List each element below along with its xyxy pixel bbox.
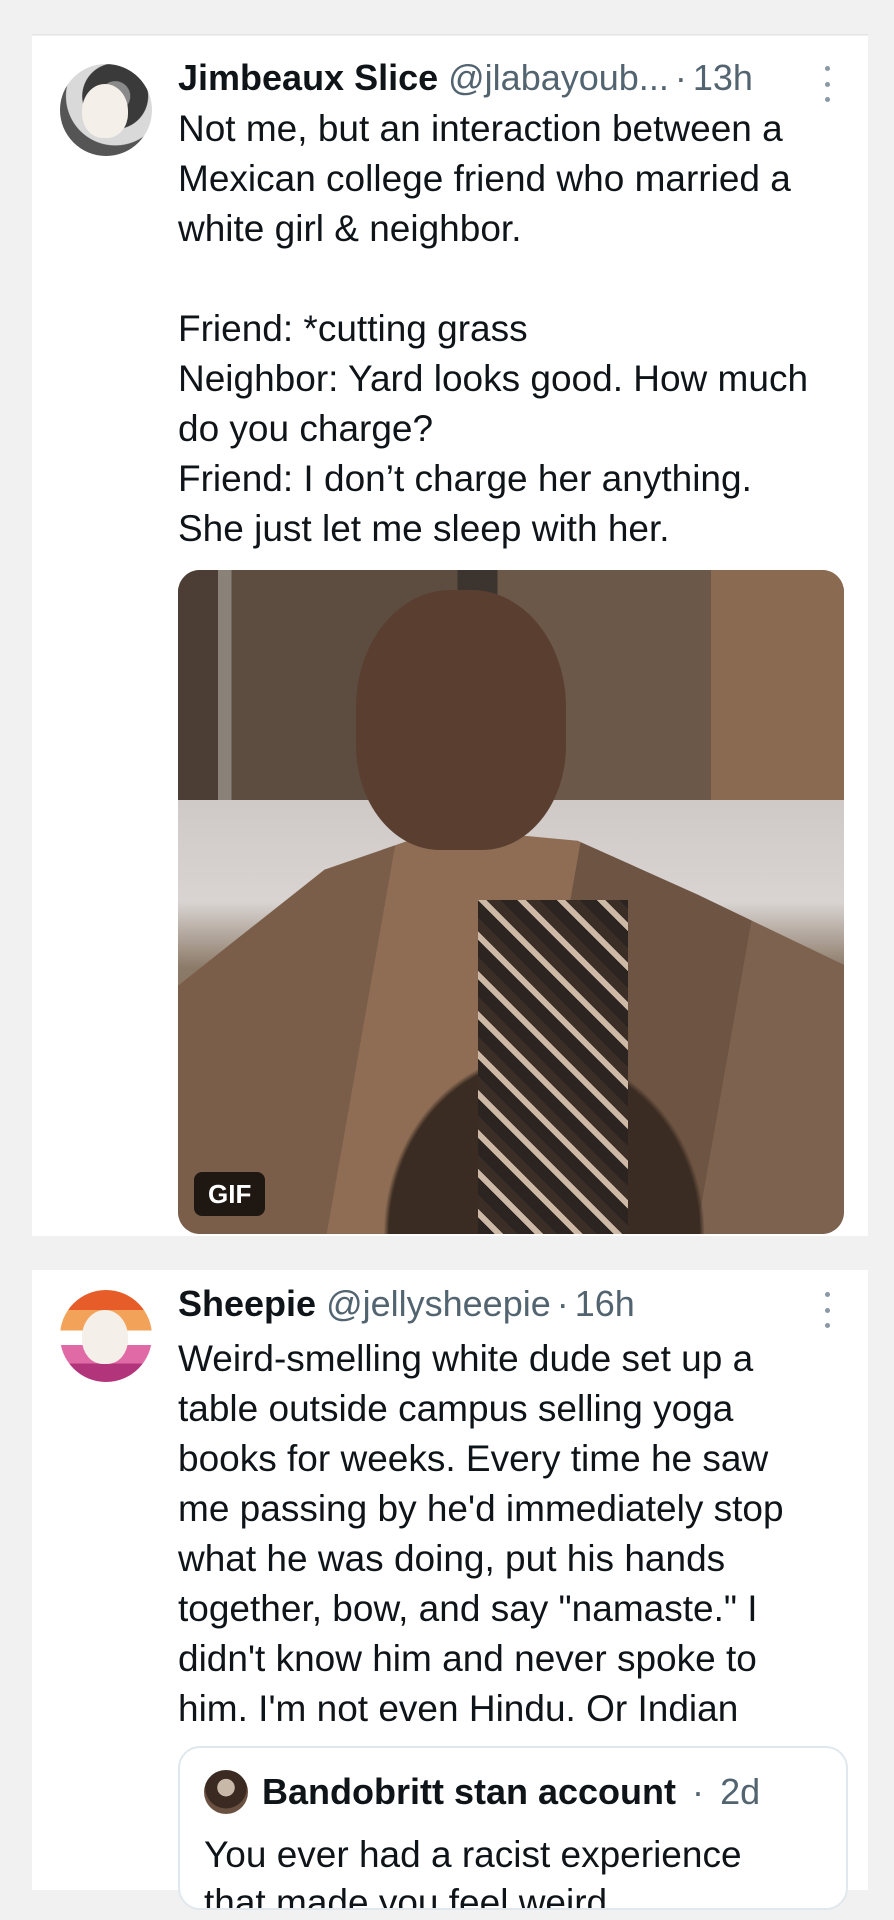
tweet-gif[interactable]: GIF <box>178 570 844 1234</box>
gif-figure-shirt <box>478 900 628 1234</box>
author-name[interactable]: Jimbeaux Slice <box>178 56 438 100</box>
quoted-tweet-text-cutoff: that made you feel weird <box>204 1882 608 1910</box>
gif-figure-head <box>356 590 566 850</box>
avatar-face <box>82 84 128 138</box>
tweet-card[interactable]: Jimbeaux Slice @jlabayoub... · 13h Not m… <box>32 36 868 1236</box>
separator-dot: · <box>674 57 687 98</box>
tweet-time[interactable]: 16h <box>575 1282 635 1326</box>
tweet-header: Jimbeaux Slice @jlabayoub... · 13h <box>178 56 788 100</box>
author-avatar[interactable] <box>60 1290 152 1382</box>
tweet-header: Sheepie @jellysheepie · 16h <box>178 1282 788 1326</box>
quoted-author-avatar <box>204 1770 248 1814</box>
more-vertical-icon[interactable] <box>822 66 832 102</box>
quoted-tweet-time: 2d <box>720 1771 761 1812</box>
tweet-time[interactable]: 13h <box>693 56 753 100</box>
divider <box>32 34 868 35</box>
quoted-author-name: Bandobritt stan account <box>262 1771 677 1812</box>
more-vertical-icon[interactable] <box>822 1292 832 1328</box>
tweet-text: Not me, but an interaction between a Mex… <box>178 108 809 549</box>
separator-dot: · <box>556 1283 569 1324</box>
gif-badge: GIF <box>194 1172 266 1216</box>
author-handle[interactable]: @jellysheepie <box>326 1282 551 1326</box>
quoted-tweet-text: You ever had a racist experience <box>204 1834 742 1875</box>
author-handle[interactable]: @jlabayoub... <box>448 56 669 100</box>
quoted-tweet-header: Bandobritt stan account · 2d <box>262 1768 760 1816</box>
timeline: Jimbeaux Slice @jlabayoub... · 13h Not m… <box>0 0 894 1920</box>
avatar-face <box>82 1310 128 1364</box>
author-name[interactable]: Sheepie <box>178 1282 316 1326</box>
separator-dot: · <box>692 1771 705 1812</box>
tweet-text: Weird-smelling white dude set up a table… <box>178 1338 784 1729</box>
author-avatar[interactable] <box>60 64 152 156</box>
quoted-tweet[interactable]: Bandobritt stan account · 2d You ever ha… <box>178 1746 848 1910</box>
tweet-card[interactable]: Sheepie @jellysheepie · 16h Weird-smelli… <box>32 1270 868 1910</box>
